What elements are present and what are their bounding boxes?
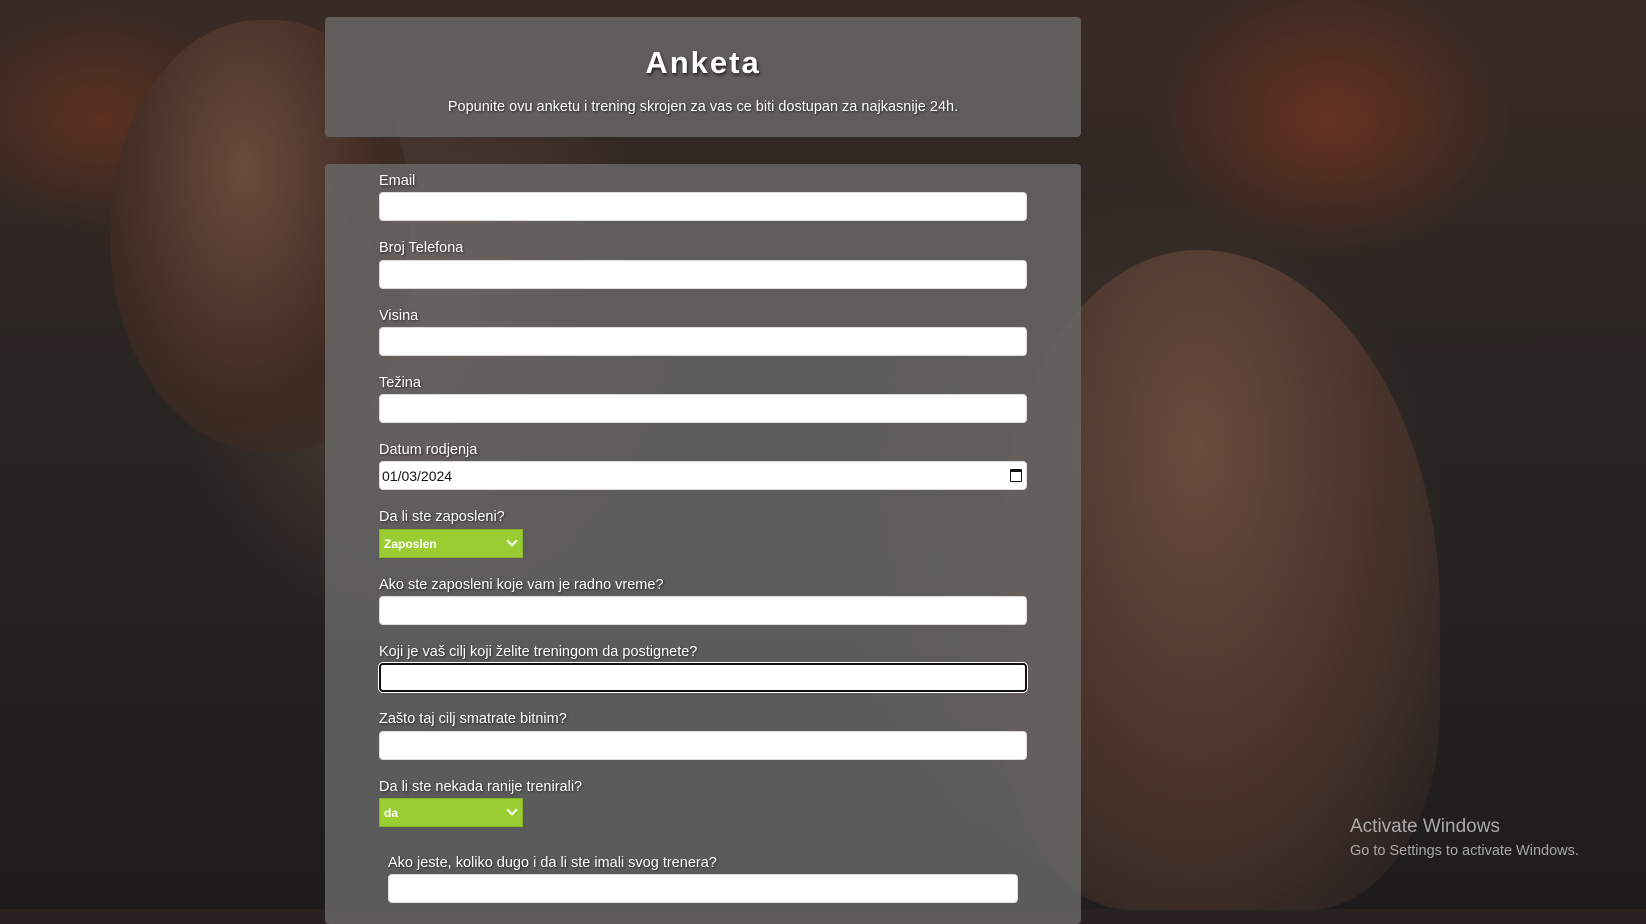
weight-field[interactable]	[379, 394, 1027, 423]
activate-windows-watermark: Activate Windows Go to Settings to activ…	[1350, 816, 1579, 859]
employed-label: Da li ste zaposleni?	[379, 509, 505, 525]
page-title: Anketa	[645, 45, 761, 80]
goal-field[interactable]	[379, 663, 1027, 692]
training-duration-field[interactable]	[388, 874, 1018, 903]
employed-select[interactable]: Zaposlen	[379, 529, 523, 558]
header-panel: Anketa Popunite ovu anketu i trening skr…	[325, 17, 1081, 137]
chevron-down-icon	[506, 535, 518, 547]
employed-select-value: Zaposlen	[384, 537, 437, 551]
trained-before-select[interactable]: da	[379, 798, 523, 827]
goal-reason-label: Zašto taj cilj smatrate bitnim?	[379, 711, 567, 727]
height-field[interactable]	[379, 327, 1027, 356]
work-hours-field[interactable]	[379, 596, 1027, 625]
watermark-subtitle: Go to Settings to activate Windows.	[1350, 843, 1579, 859]
watermark-title: Activate Windows	[1350, 816, 1500, 837]
phone-label: Broj Telefona	[379, 240, 464, 256]
trained-before-label: Da li ste nekada ranije trenirali?	[379, 779, 583, 795]
height-label: Visina	[379, 308, 419, 324]
weight-label: Težina	[379, 375, 421, 391]
email-field[interactable]	[379, 192, 1027, 221]
trained-before-select-value: da	[384, 806, 399, 820]
survey-form: Email Broj Telefona Visina Težina Datum …	[325, 164, 1081, 924]
birthdate-field[interactable]: 01/03/2024	[379, 461, 1027, 490]
chevron-down-icon	[506, 804, 518, 816]
goal-reason-field[interactable]	[379, 731, 1027, 760]
training-duration-label: Ako jeste, koliko dugo i da li ste imali…	[388, 855, 717, 871]
calendar-icon[interactable]	[1010, 469, 1022, 482]
birthdate-value: 01/03/2024	[382, 468, 453, 484]
phone-field[interactable]	[379, 260, 1027, 289]
goal-label: Koji je vaš cilj koji želite treningom d…	[379, 644, 698, 660]
page-subtitle: Popunite ovu anketu i trening skrojen za…	[447, 99, 959, 115]
email-label: Email	[379, 173, 416, 189]
work-hours-label: Ako ste zaposleni koje vam je radno vrem…	[379, 577, 664, 593]
birthdate-label: Datum rodjenja	[379, 442, 478, 458]
